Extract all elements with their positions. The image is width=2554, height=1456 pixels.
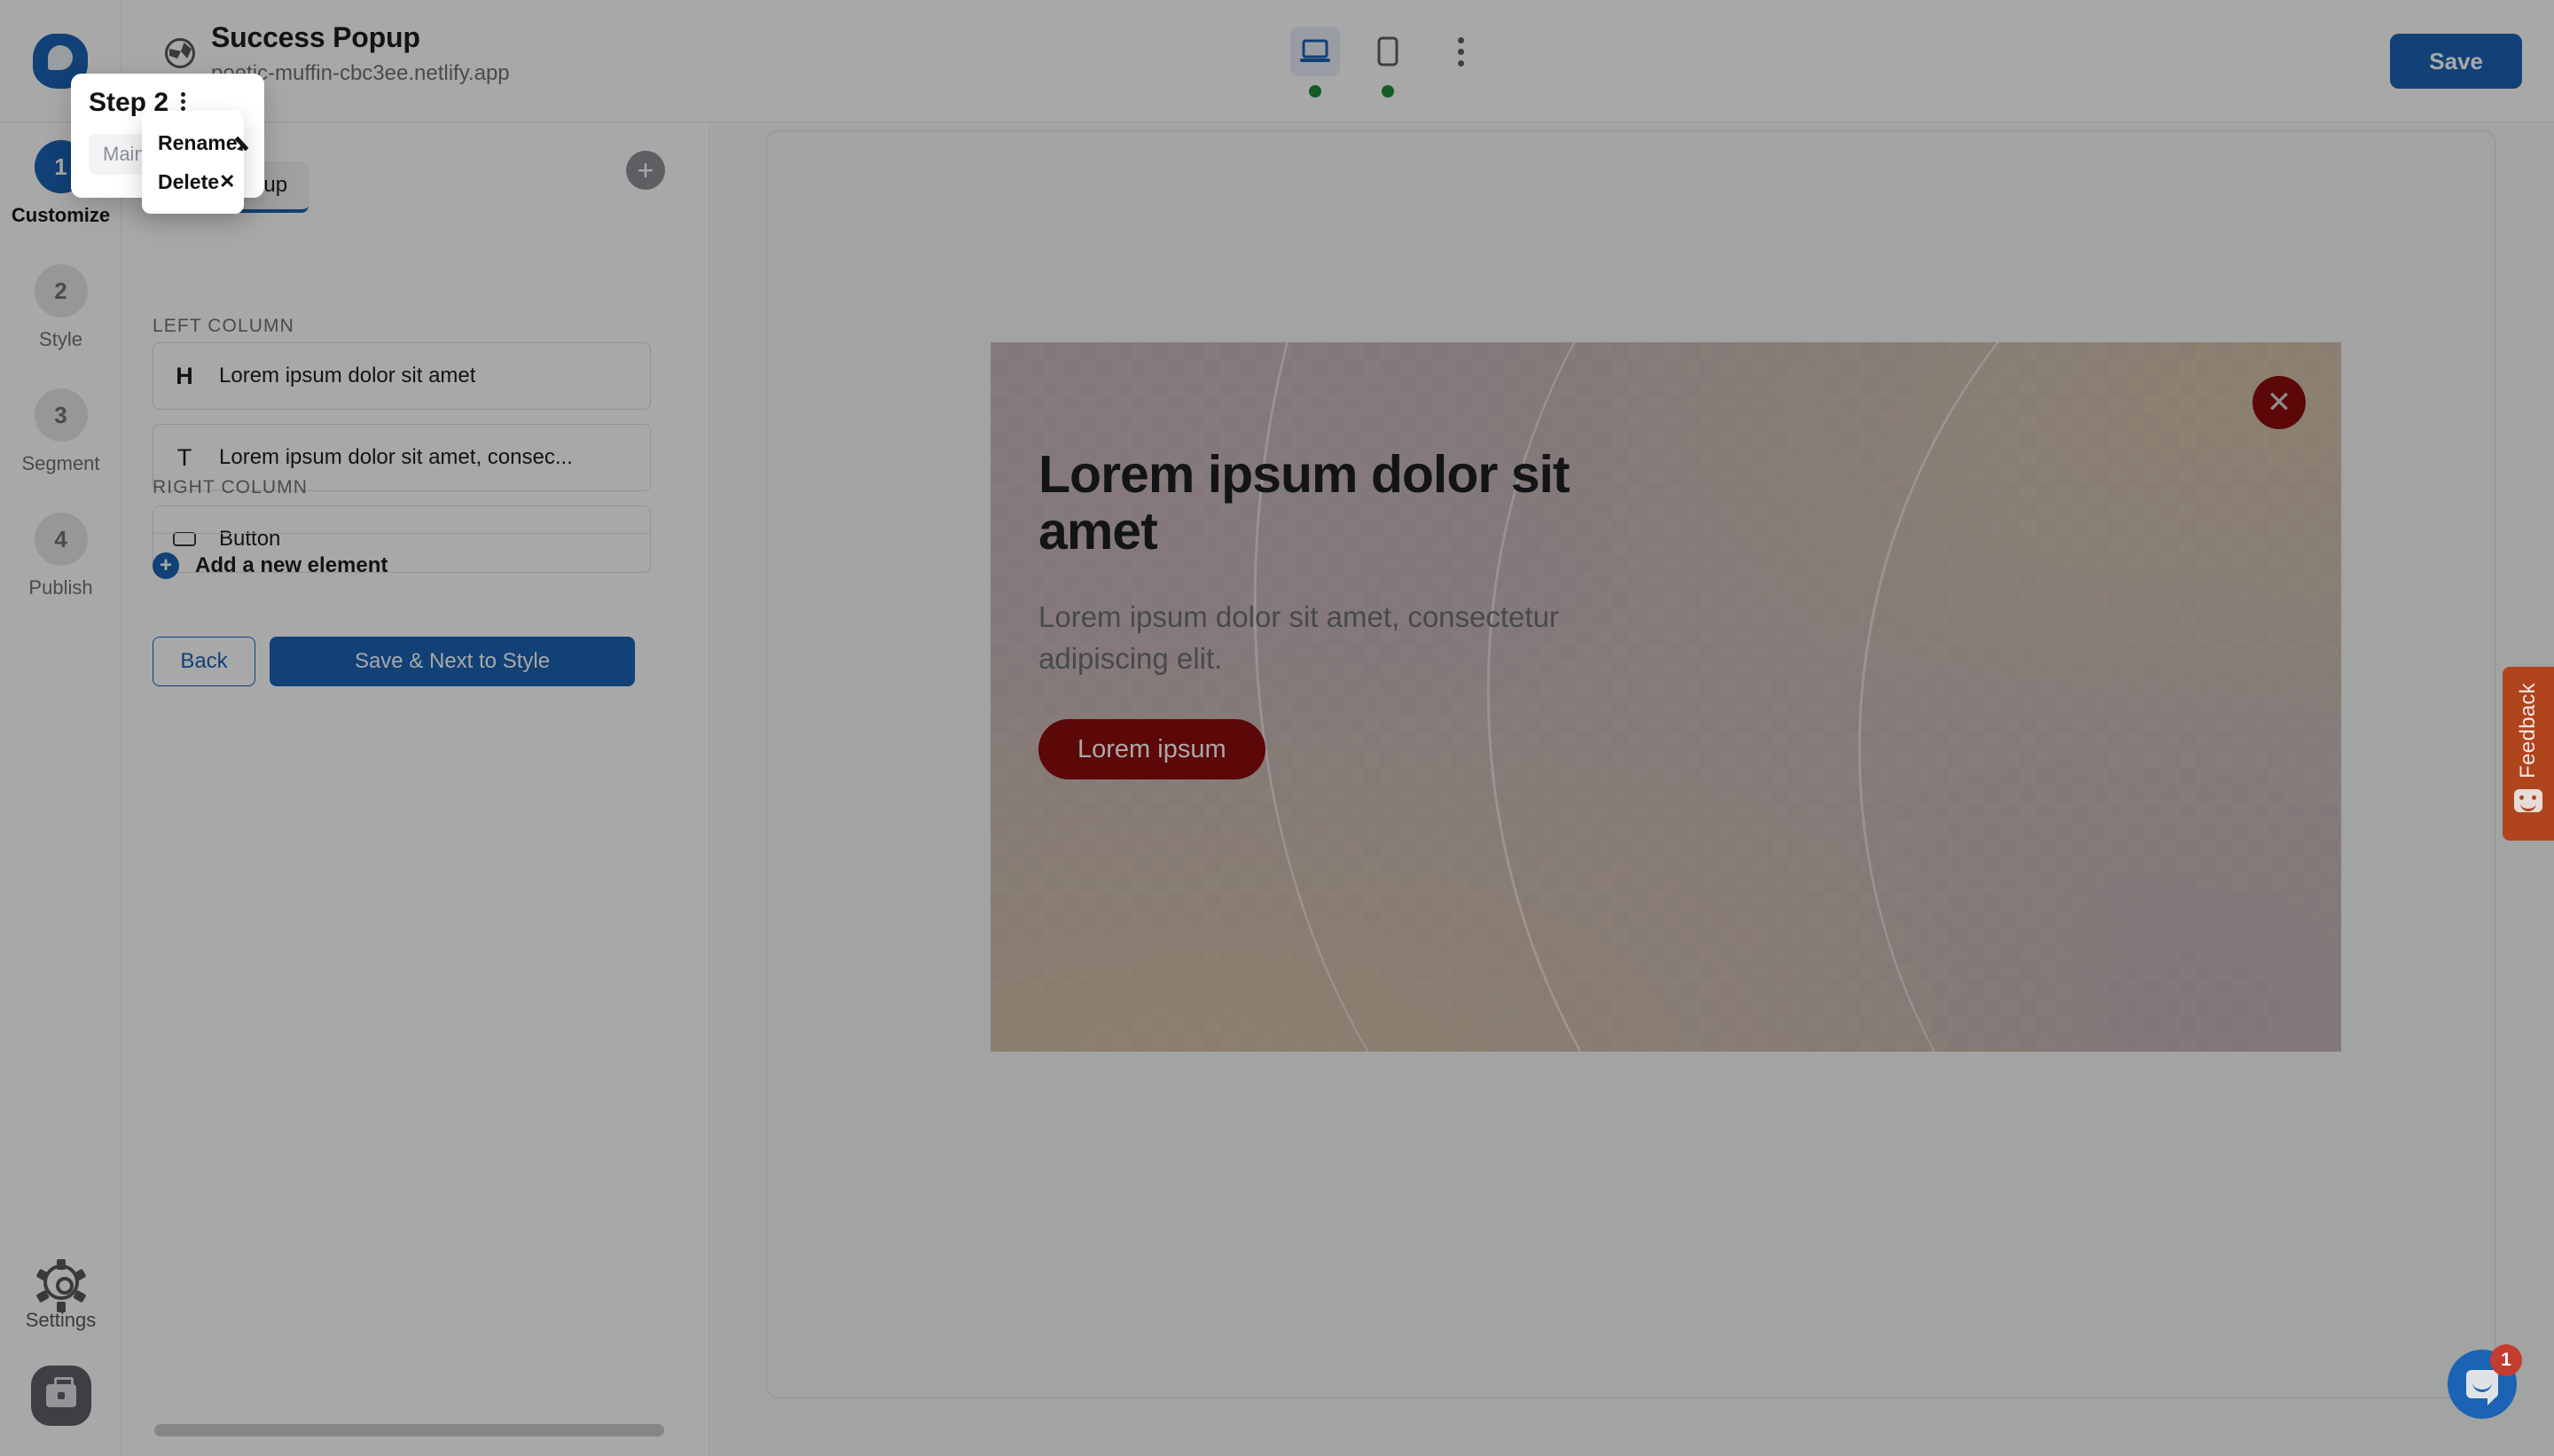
context-menu-item-delete[interactable]: Delete ✕: [142, 162, 244, 201]
button-icon: [173, 532, 196, 546]
device-desktop-button[interactable]: [1290, 27, 1340, 98]
popup-preview: ✕ Lorem ipsum dolor sit amet Lorem ipsum…: [991, 342, 2341, 1052]
intercom-launcher[interactable]: 1: [2448, 1344, 2522, 1419]
top-header: Success Popup poetic-muffin-cbc3ee.netli…: [0, 0, 2554, 122]
globe-icon: [165, 38, 195, 68]
editor-panel: Main Popup + LEFT COLUMN H Lorem ipsum d…: [122, 122, 710, 1456]
gear-icon: [35, 1259, 86, 1312]
app-root: Success Popup poetic-muffin-cbc3ee.netli…: [0, 0, 2554, 1456]
rail-step-label: Segment: [21, 452, 100, 474]
close-x-icon: ✕: [219, 170, 236, 192]
list-item-label: Button: [219, 527, 281, 551]
list-item[interactable]: H Lorem ipsum dolor sit amet: [153, 342, 651, 410]
list-item-label: Lorem ipsum dolor sit amet, consec...: [219, 445, 573, 469]
smiley-chat-icon: [2514, 788, 2542, 812]
section-divider: [153, 533, 651, 534]
editor-footer-actions: Back Save & Next to Style: [153, 637, 635, 686]
left-column-element-list: H Lorem ipsum dolor sit amet T Lorem ips…: [153, 342, 651, 587]
rail-step-number: 3: [34, 388, 88, 442]
briefcase-icon: [45, 1377, 76, 1407]
save-and-next-button[interactable]: Save & Next to Style: [270, 637, 635, 686]
rail-step-style[interactable]: 2 Style: [0, 264, 121, 351]
workspace-switcher-button[interactable]: [30, 1366, 91, 1426]
context-menu-item-rename[interactable]: Rename: [142, 123, 244, 162]
rail-step-number: 2: [34, 264, 88, 317]
popup-heading: Lorem ipsum dolor sit amet: [1038, 445, 1571, 560]
sidebar-item-settings[interactable]: Settings: [26, 1259, 96, 1332]
feedback-label: Feedback: [2516, 683, 2540, 779]
unread-badge: 1: [2490, 1344, 2522, 1376]
step-rail: 1 Customize 2 Style 3 Segment 4 Publish: [0, 122, 121, 1456]
chat-bubble-icon: [2466, 1370, 2498, 1405]
editor-horizontal-scrollbar[interactable]: [154, 1424, 664, 1436]
left-column-label: LEFT COLUMN: [153, 316, 294, 336]
preview-canvas: ✕ Lorem ipsum dolor sit amet Lorem ipsum…: [711, 123, 2554, 1456]
page-title: Success Popup: [211, 21, 420, 53]
feedback-tab[interactable]: Feedback: [2503, 667, 2554, 841]
popup-close-button[interactable]: ✕: [2252, 376, 2306, 429]
popup-cta-button[interactable]: Lorem ipsum: [1038, 719, 1265, 780]
add-new-element-label: Add a new element: [195, 553, 388, 577]
plus-circle-icon: +: [153, 552, 179, 579]
context-menu-item-label: Delete: [158, 169, 220, 193]
desktop-status-dot: [1309, 85, 1321, 98]
heading-icon: H: [176, 362, 193, 389]
popup-content: Lorem ipsum dolor sit amet Lorem ipsum d…: [1038, 445, 2288, 780]
step-context-menu: Rename Delete ✕: [142, 111, 244, 214]
add-new-element-button[interactable]: + Add a new element: [153, 552, 388, 579]
preview-frame: ✕ Lorem ipsum dolor sit amet Lorem ipsum…: [766, 130, 2495, 1398]
rail-step-label: Style: [39, 328, 82, 350]
rail-step-label: Customize: [11, 204, 111, 226]
desktop-icon: [1300, 39, 1330, 62]
rail-step-label: Publish: [28, 576, 93, 599]
rail-step-segment[interactable]: 3 Segment: [0, 388, 121, 475]
popup-body-text: Lorem ipsum dolor sit amet, consectetur …: [1038, 600, 1559, 676]
back-button[interactable]: Back: [153, 637, 255, 686]
context-menu-item-label: Rename: [158, 130, 238, 154]
save-button[interactable]: Save: [2390, 34, 2522, 89]
kebab-menu-icon[interactable]: [1436, 27, 1485, 76]
mobile-icon: [1377, 36, 1398, 67]
rail-footer: Settings: [0, 1259, 121, 1426]
text-icon: T: [176, 443, 192, 471]
list-item-label: Lorem ipsum dolor sit amet: [219, 364, 476, 387]
step-card-kebab-icon[interactable]: [181, 91, 186, 111]
rail-step-publish[interactable]: 4 Publish: [0, 513, 121, 599]
right-column-label: RIGHT COLUMN: [153, 477, 308, 497]
device-mobile-button[interactable]: [1363, 27, 1413, 98]
device-preview-toggle: [1290, 27, 1485, 98]
add-step-button[interactable]: +: [626, 151, 665, 190]
rail-step-number: 4: [34, 513, 88, 566]
mobile-status-dot: [1382, 85, 1394, 98]
